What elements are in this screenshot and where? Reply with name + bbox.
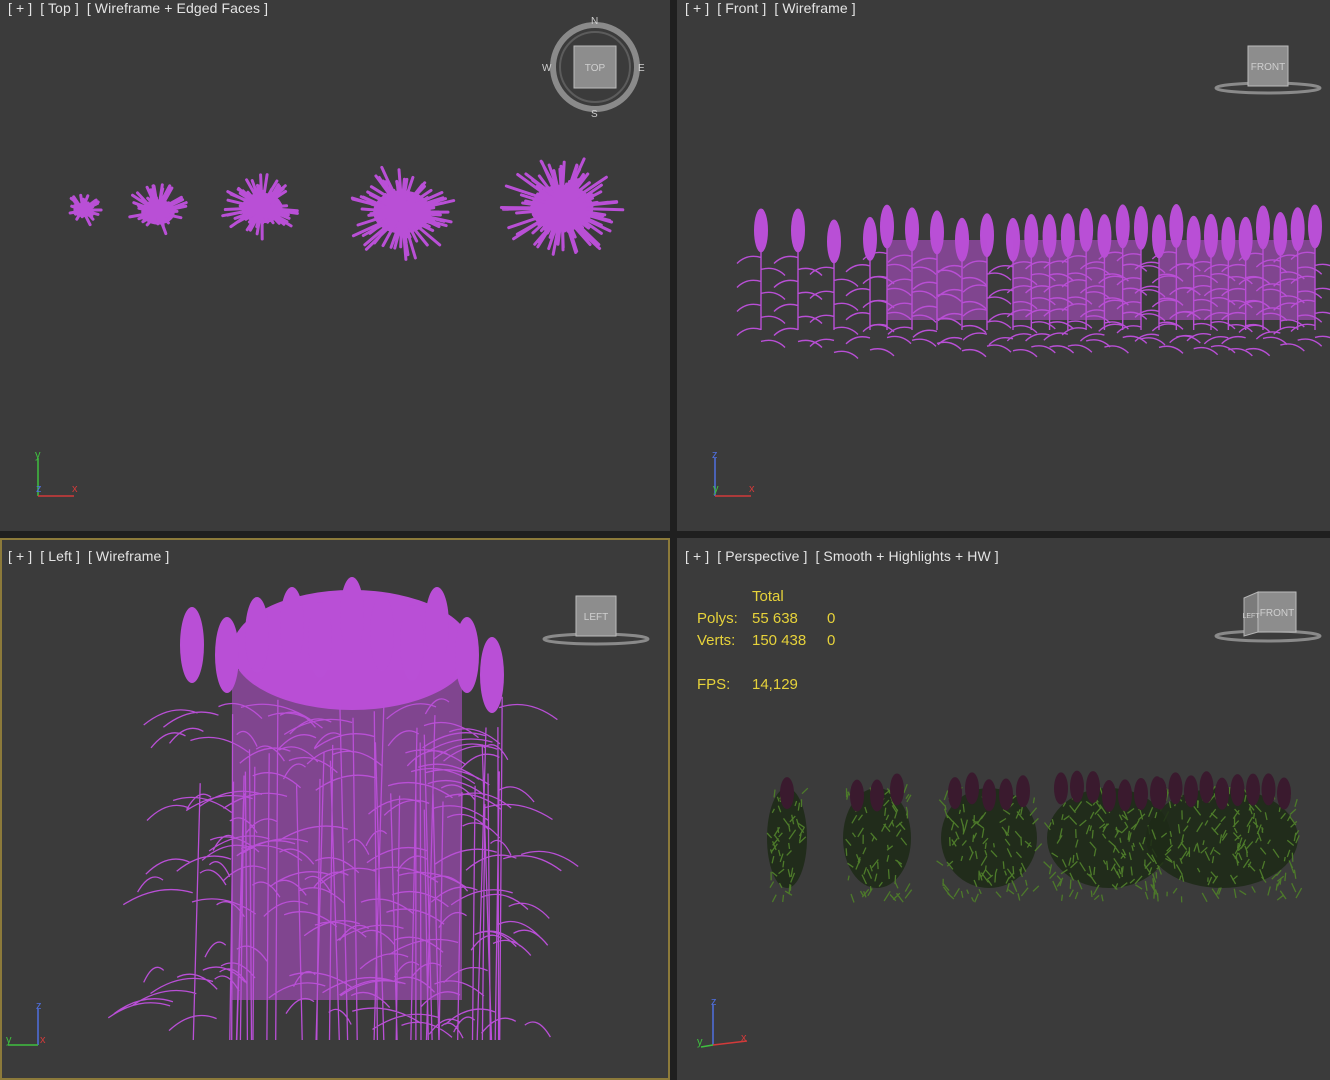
viewport-menu-plus[interactable]: [ + ]: [685, 0, 709, 16]
viewport-view-name[interactable]: [ Left ]: [40, 548, 80, 564]
viewport-front[interactable]: [ + ] [ Front ] [ Wireframe ] FRONT z y …: [677, 0, 1330, 531]
stats-polys-total: 55 638: [752, 610, 798, 627]
axis-gizmo-front: z y x: [712, 449, 755, 497]
axis-label-vertical: z: [712, 449, 718, 461]
compass-e: E: [638, 63, 645, 74]
viewport-shading-mode[interactable]: [ Smooth + Highlights + HW ]: [815, 548, 998, 564]
axis-label-horizontal: x: [72, 483, 78, 495]
viewport-left[interactable]: [ + ] [ Left ] [ Wireframe ] LEFT z x y: [0, 538, 670, 1080]
stats-verts-label: Verts:: [697, 632, 736, 649]
compass-w: W: [542, 63, 552, 74]
viewport-left-label[interactable]: [ + ] [ Left ] [ Wireframe ]: [8, 548, 173, 564]
viewport-shading-mode[interactable]: [ Wireframe ]: [88, 548, 169, 564]
axis-gizmo-perspective: z x y: [697, 996, 748, 1048]
viewport-perspective[interactable]: [ + ] [ Perspective ] [ Smooth + Highlig…: [677, 538, 1330, 1080]
plant-shaded-1[interactable]: [766, 777, 809, 903]
axis-label-vertical: y: [35, 449, 41, 461]
plant-top-4[interactable]: [350, 165, 456, 261]
plant-shaded-2[interactable]: [843, 773, 913, 903]
plant-front-2[interactable]: [773, 208, 895, 359]
plant-top-2[interactable]: [128, 183, 188, 236]
plant-clump-left[interactable]: [107, 577, 579, 1041]
stats-fps-label: FPS:: [697, 676, 731, 693]
axis-gizmo-left: z x y: [6, 1000, 46, 1046]
axis-label-corner: z: [36, 483, 42, 495]
plant-shaded-5[interactable]: [1143, 771, 1303, 903]
viewport-view-name[interactable]: [ Perspective ]: [717, 548, 807, 564]
stats-verts-total: 150 438: [752, 632, 807, 649]
viewcube-left[interactable]: LEFT: [540, 592, 650, 652]
axis-label-vertical: z: [36, 1000, 42, 1012]
viewport-view-name[interactable]: [ Front ]: [717, 0, 766, 16]
axis-gizmo-top: y z x: [35, 449, 78, 497]
stats-polys-label: Polys:: [697, 610, 738, 627]
compass-s: S: [591, 109, 598, 120]
viewcube-face-label: FRONT: [1251, 62, 1285, 73]
plant-front-4[interactable]: [988, 204, 1166, 358]
viewport-front-label[interactable]: [ + ] [ Front ] [ Wireframe ]: [685, 0, 860, 16]
axis-label-vertical: z: [711, 996, 717, 1008]
plant-top-1[interactable]: [68, 193, 103, 227]
viewcube-perspective[interactable]: LEFT FRONT: [1212, 588, 1322, 648]
viewcube-top[interactable]: N S W E TOP: [540, 14, 650, 124]
viewcube-side-label: LEFT: [1242, 613, 1260, 620]
stats-header: Total: [752, 588, 784, 605]
viewport-shading-mode[interactable]: [ Wireframe ]: [774, 0, 855, 16]
plant-top-5[interactable]: [499, 157, 625, 256]
viewport-menu-plus[interactable]: [ + ]: [8, 0, 32, 16]
plant-front-1[interactable]: [736, 208, 786, 348]
axis-label-corner: x: [40, 1034, 46, 1046]
axis-label-corner: x: [741, 1032, 747, 1044]
plant-top-3[interactable]: [221, 173, 299, 241]
axis-label-horizontal: x: [749, 483, 755, 495]
viewcube-face-label: LEFT: [584, 612, 608, 623]
axis-label-corner: y: [713, 483, 719, 495]
plant-front-5[interactable]: [1134, 204, 1330, 357]
viewport-shading-mode[interactable]: [ Wireframe + Edged Faces ]: [87, 0, 268, 16]
stats-verts-selected: 0: [827, 632, 836, 649]
viewport-view-name[interactable]: [ Top ]: [40, 0, 79, 16]
viewport-menu-plus[interactable]: [ + ]: [685, 548, 709, 564]
viewport-top-label[interactable]: [ + ] [ Top ] [ Wireframe + Edged Faces …: [8, 0, 272, 16]
plant-front-3[interactable]: [862, 204, 1012, 358]
axis-label-horizontal: y: [697, 1036, 703, 1048]
plant-shaded-3[interactable]: [936, 772, 1043, 903]
stats-polys-selected: 0: [827, 610, 836, 627]
axis-label-horizontal: y: [6, 1034, 12, 1046]
stats-fps-value: 14,129: [752, 676, 798, 693]
viewcube-face-label: FRONT: [1260, 608, 1294, 619]
compass-n: N: [591, 16, 598, 27]
viewcube-front[interactable]: FRONT: [1212, 40, 1322, 100]
viewport-perspective-label[interactable]: [ + ] [ Perspective ] [ Smooth + Highlig…: [685, 548, 1003, 564]
viewcube-face-label: TOP: [585, 63, 606, 74]
viewport-menu-plus[interactable]: [ + ]: [8, 548, 32, 564]
viewport-top[interactable]: [ + ] [ Top ] [ Wireframe + Edged Faces …: [0, 0, 670, 531]
